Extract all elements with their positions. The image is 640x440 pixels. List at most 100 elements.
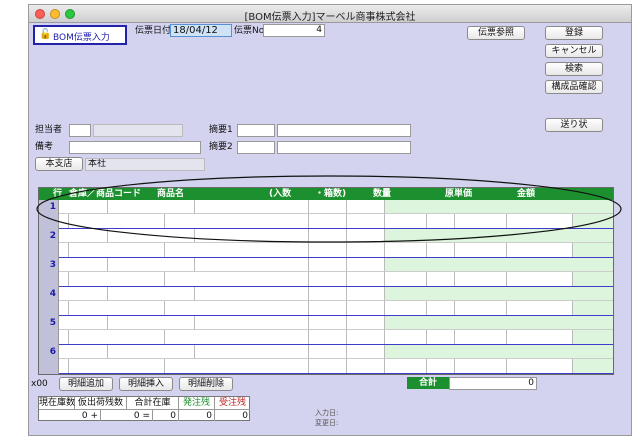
detail-cell[interactable]: [347, 272, 385, 287]
title-bar: [BOM伝票入力]マーベル商事株式会社: [29, 5, 631, 23]
search-button[interactable]: 検索: [545, 62, 603, 76]
summary2-code-input[interactable]: [237, 141, 275, 154]
person-label: 担当者: [35, 125, 63, 135]
detail-cell[interactable]: [455, 272, 507, 287]
detail-cell[interactable]: [309, 301, 347, 316]
detail-cell[interactable]: [427, 301, 455, 316]
delete-line-button[interactable]: 明細削除: [179, 377, 233, 391]
date-label: 伝票日付: [135, 26, 172, 36]
stock-header: 現在庫数: [39, 397, 76, 409]
tab-bom-slip[interactable]: 🔓 BOM伝票入力: [33, 25, 127, 45]
detail-cell[interactable]: [69, 301, 165, 316]
detail-cell[interactable]: [165, 359, 309, 374]
stock-header: 仮出荷残数: [75, 397, 127, 409]
detail-cell[interactable]: [507, 330, 573, 345]
window-title: [BOM伝票入力]マーベル商事株式会社: [244, 12, 416, 23]
detail-cell[interactable]: [455, 301, 507, 316]
detail-cell[interactable]: [108, 287, 195, 301]
detail-cell[interactable]: [309, 330, 347, 345]
slip-reference-button[interactable]: 伝票参照: [467, 26, 525, 40]
detail-cell[interactable]: [69, 272, 165, 287]
detail-cell[interactable]: [195, 287, 309, 301]
detail-cell[interactable]: [195, 258, 309, 272]
detail-cell[interactable]: [195, 345, 309, 359]
person-code-input[interactable]: [69, 124, 91, 137]
register-button[interactable]: 登録: [545, 26, 603, 40]
total-value: 0: [449, 377, 537, 390]
detail-cell[interactable]: [455, 330, 507, 345]
detail-cell[interactable]: [309, 345, 347, 359]
cancel-button[interactable]: キャンセル: [545, 44, 603, 58]
stock-header: 合計在庫: [127, 397, 179, 409]
detail-cell[interactable]: [59, 301, 69, 316]
date-input[interactable]: 18/04/12: [170, 24, 232, 37]
detail-cell[interactable]: [385, 330, 427, 345]
detail-cell[interactable]: [59, 272, 69, 287]
line-number-text: 3: [49, 260, 56, 270]
detail-cell[interactable]: [59, 330, 69, 345]
delivery-slip-button[interactable]: 送り状: [545, 118, 603, 132]
line-number: 6: [39, 345, 59, 374]
detail-cell[interactable]: [108, 258, 195, 272]
detail-cell[interactable]: [427, 272, 455, 287]
row-separator: [59, 373, 613, 374]
stock-value: 0: [153, 409, 179, 421]
detail-cell[interactable]: [195, 316, 309, 330]
detail-cell[interactable]: [347, 287, 385, 301]
detail-cell[interactable]: [347, 359, 385, 374]
detail-cell[interactable]: [385, 272, 427, 287]
slip-no-label: 伝票No: [234, 26, 265, 36]
detail-cell[interactable]: [507, 272, 573, 287]
detail-cell[interactable]: [165, 330, 309, 345]
detail-cell[interactable]: [507, 359, 573, 374]
detail-cell[interactable]: [385, 301, 427, 316]
detail-cell[interactable]: [347, 316, 385, 330]
stock-value: 0: [215, 409, 250, 421]
slip-no-input[interactable]: 4: [263, 24, 325, 37]
detail-cell[interactable]: [309, 258, 347, 272]
detail-cell[interactable]: [69, 359, 165, 374]
detail-cell[interactable]: [573, 301, 613, 316]
detail-cell[interactable]: [69, 330, 165, 345]
detail-cell[interactable]: [573, 330, 613, 345]
detail-cell[interactable]: [59, 316, 108, 330]
add-line-button[interactable]: 明細追加: [59, 377, 113, 391]
highlight-ellipse: [36, 175, 622, 243]
detail-cell[interactable]: [59, 345, 108, 359]
detail-cell[interactable]: [309, 359, 347, 374]
component-check-button[interactable]: 構成品確認: [545, 80, 603, 94]
detail-cell[interactable]: [385, 359, 427, 374]
insert-line-button[interactable]: 明細挿入: [119, 377, 173, 391]
detail-cell[interactable]: [507, 301, 573, 316]
detail-cell[interactable]: [573, 272, 613, 287]
summary1-text-input[interactable]: [277, 124, 411, 137]
detail-cell[interactable]: [108, 316, 195, 330]
stock-value: 0 +: [39, 409, 101, 421]
detail-cell[interactable]: [347, 258, 385, 272]
detail-cell[interactable]: [455, 359, 507, 374]
detail-cell[interactable]: [165, 301, 309, 316]
detail-cell[interactable]: [347, 345, 385, 359]
detail-cell[interactable]: [309, 272, 347, 287]
detail-cell: [385, 287, 613, 301]
detail-cell[interactable]: [59, 258, 108, 272]
detail-cell[interactable]: [309, 287, 347, 301]
detail-cell[interactable]: [59, 287, 108, 301]
detail-cell[interactable]: [108, 345, 195, 359]
person-name-display: [93, 124, 183, 137]
summary1-code-input[interactable]: [237, 124, 275, 137]
summary2-text-input[interactable]: [277, 141, 411, 154]
detail-cell[interactable]: [59, 359, 69, 374]
detail-cell[interactable]: [573, 359, 613, 374]
stock-value: 0: [179, 409, 215, 421]
detail-cell[interactable]: [347, 330, 385, 345]
detail-cell[interactable]: [427, 359, 455, 374]
summary2-label: 摘要2: [209, 142, 233, 152]
line-number: 3: [39, 258, 59, 287]
detail-cell[interactable]: [165, 272, 309, 287]
line-number: 4: [39, 287, 59, 316]
detail-cell[interactable]: [347, 301, 385, 316]
detail-cell[interactable]: [427, 330, 455, 345]
note-input[interactable]: [69, 141, 201, 154]
detail-cell[interactable]: [309, 316, 347, 330]
